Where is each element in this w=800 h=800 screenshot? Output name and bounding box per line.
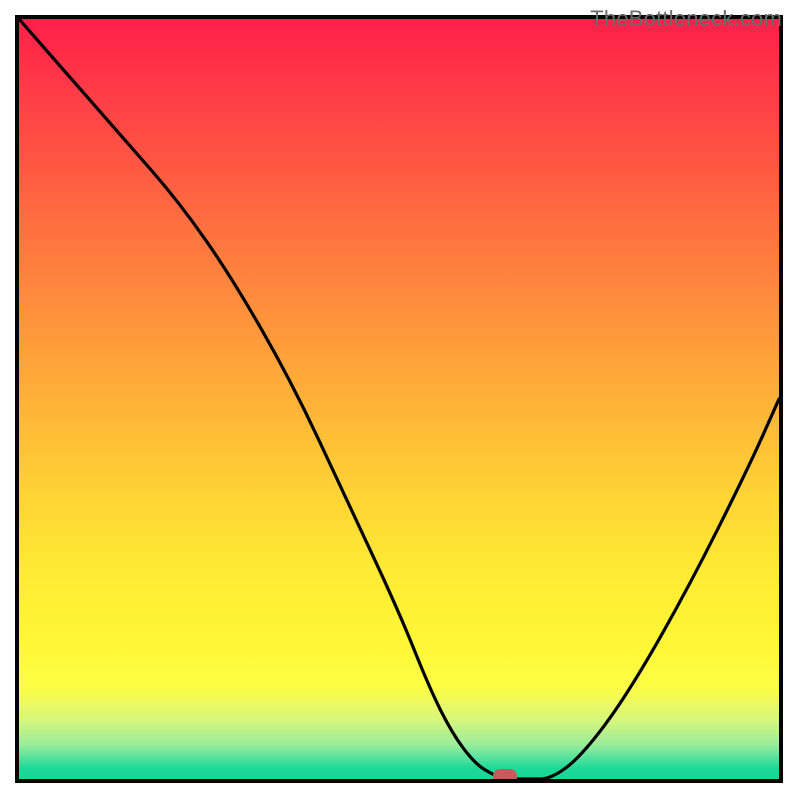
- plot-area: [15, 15, 783, 783]
- optimal-point-marker: [493, 769, 517, 783]
- heat-gradient-background: [19, 19, 779, 779]
- chart-container: TheBottleneck.com: [0, 0, 800, 800]
- watermark-text: TheBottleneck.com: [590, 6, 782, 32]
